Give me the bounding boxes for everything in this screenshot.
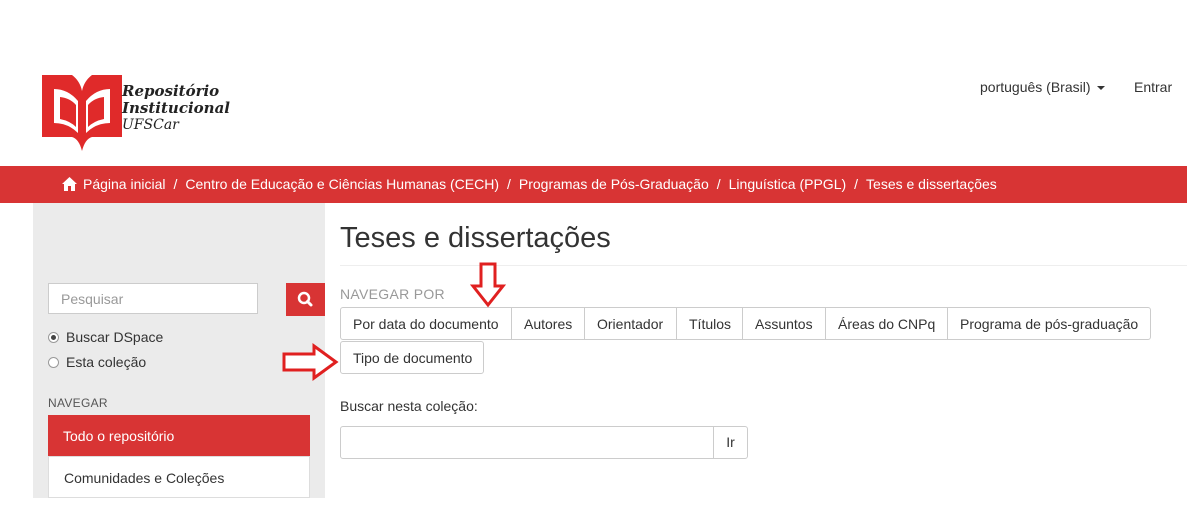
browse-document-type-button[interactable]: Tipo de documento	[340, 341, 484, 374]
browse-heading: NAVEGAR POR	[340, 286, 445, 302]
radio-label: Buscar DSpace	[66, 329, 164, 345]
browse-graduate-program-button[interactable]: Programa de pós-graduação	[947, 307, 1151, 340]
search-input[interactable]	[48, 283, 258, 314]
nav-item-communities-collections[interactable]: Comunidades e Coleções	[48, 456, 310, 498]
language-dropdown[interactable]: português (Brasil)	[980, 79, 1105, 95]
nav-heading: NAVEGAR	[48, 396, 108, 410]
book-logo-icon	[42, 75, 122, 151]
search-icon	[297, 291, 313, 307]
collection-search-button[interactable]: Ir	[713, 426, 748, 459]
logo-line-1: Repositório	[122, 82, 220, 100]
breadcrumb-cech[interactable]: Centro de Educação e Ciências Humanas (C…	[185, 176, 499, 192]
breadcrumb-ppgl[interactable]: Linguística (PPGL)	[729, 176, 847, 192]
sidebar-search	[48, 283, 325, 316]
page-title: Teses e dissertações	[340, 222, 611, 254]
login-link[interactable]: Entrar	[1134, 79, 1172, 95]
repository-logo[interactable]: Repositório Institucional UFSCar	[42, 75, 232, 155]
breadcrumb-separator: /	[854, 176, 859, 192]
browse-advisor-button[interactable]: Orientador	[584, 307, 677, 340]
logo-line-2: Institucional	[122, 99, 230, 117]
collection-search-input[interactable]	[340, 426, 714, 459]
breadcrumb-separator: /	[716, 176, 721, 192]
radio-unchecked-icon	[48, 357, 59, 368]
radio-search-dspace[interactable]: Buscar DSpace	[48, 329, 163, 345]
radio-label: Esta coleção	[66, 354, 147, 370]
breadcrumb-separator: /	[173, 176, 178, 192]
radio-checked-icon	[48, 332, 59, 343]
browse-subjects-button[interactable]: Assuntos	[742, 307, 826, 340]
logo-text: Repositório Institucional UFSCar	[122, 83, 230, 134]
breadcrumb-separator: /	[506, 176, 511, 192]
language-label: português (Brasil)	[980, 79, 1091, 95]
right-arrow-annotation-icon	[282, 343, 339, 381]
browse-cnpq-areas-button[interactable]: Áreas do CNPq	[825, 307, 948, 340]
collection-search-label: Buscar nesta coleção:	[340, 398, 478, 414]
breadcrumb-graduate-programs[interactable]: Programas de Pós-Graduação	[519, 176, 709, 192]
breadcrumb: Página inicial / Centro de Educação e Ciên…	[62, 176, 997, 194]
breadcrumb-home[interactable]: Página inicial	[83, 176, 166, 192]
search-button[interactable]	[286, 283, 325, 316]
home-icon	[62, 177, 77, 194]
browse-authors-button[interactable]: Autores	[511, 307, 585, 340]
breadcrumb-current: Teses e dissertações	[866, 176, 997, 192]
logo-line-3: UFSCar	[122, 117, 179, 133]
caret-down-icon	[1096, 86, 1105, 91]
browse-by-date-button[interactable]: Por data do documento	[340, 307, 512, 340]
nav-item-whole-repository[interactable]: Todo o repositório	[48, 415, 310, 456]
radio-this-collection[interactable]: Esta coleção	[48, 354, 146, 370]
title-divider	[340, 265, 1187, 266]
breadcrumb-bar: Página inicial / Centro de Educação e Ciên…	[0, 166, 1187, 203]
down-arrow-annotation-icon	[470, 262, 506, 308]
browse-titles-button[interactable]: Títulos	[676, 307, 743, 340]
